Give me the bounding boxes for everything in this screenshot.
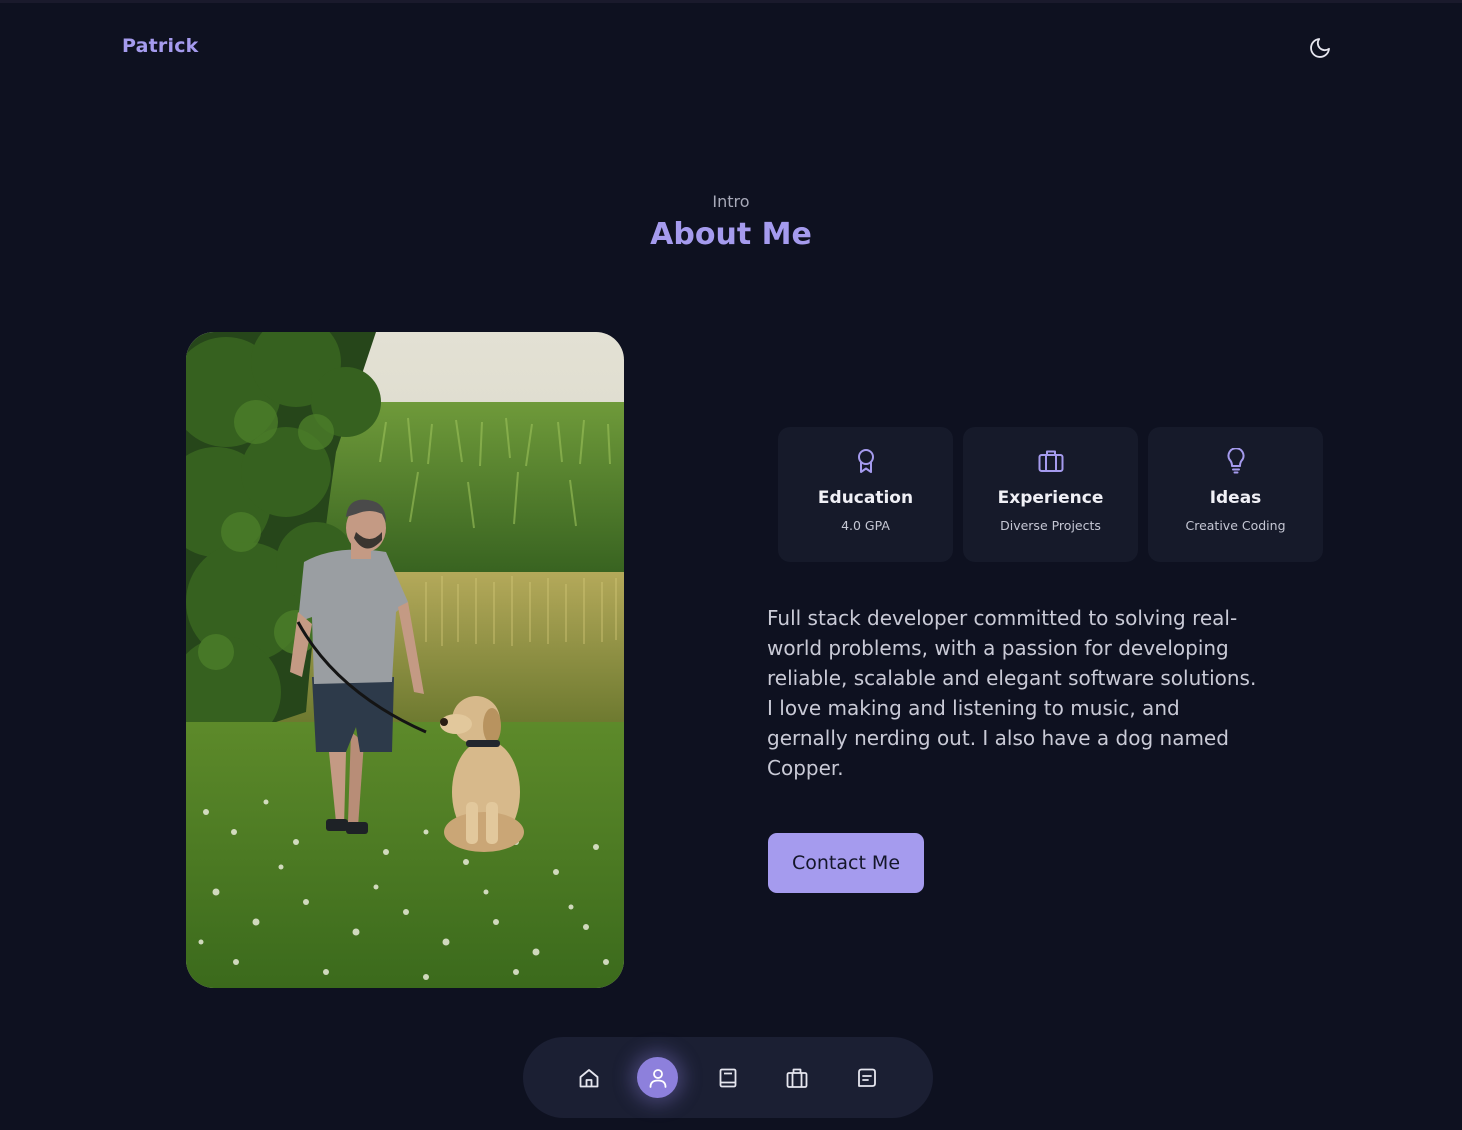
lightbulb-icon bbox=[1227, 448, 1244, 474]
card-experience: Experience Diverse Projects bbox=[963, 427, 1138, 562]
card-title: Experience bbox=[997, 488, 1104, 508]
card-education: Education 4.0 GPA bbox=[778, 427, 953, 562]
about-description: Full stack developer committed to solvin… bbox=[767, 606, 1257, 780]
nav-contact[interactable] bbox=[846, 1057, 887, 1098]
card-subtitle: 4.0 GPA bbox=[841, 518, 890, 533]
profile-photo bbox=[186, 332, 624, 988]
section-title: About Me bbox=[650, 217, 812, 252]
briefcase-icon bbox=[1038, 450, 1063, 472]
message-icon bbox=[857, 1068, 876, 1087]
brand-logo[interactable]: Patrick bbox=[122, 35, 199, 57]
briefcase-icon bbox=[786, 1068, 807, 1088]
bottom-nav bbox=[523, 1037, 933, 1118]
nav-about[interactable] bbox=[637, 1057, 678, 1098]
nav-portfolio[interactable] bbox=[776, 1057, 817, 1098]
home-icon bbox=[579, 1068, 598, 1087]
nav-resume[interactable] bbox=[707, 1057, 748, 1098]
card-ideas: Ideas Creative Coding bbox=[1148, 427, 1323, 562]
card-subtitle: Diverse Projects bbox=[1000, 518, 1101, 533]
moon-icon bbox=[1310, 38, 1330, 58]
card-subtitle: Creative Coding bbox=[1185, 518, 1286, 533]
card-title: Ideas bbox=[1209, 488, 1262, 508]
section-subtitle: Intro bbox=[712, 192, 750, 211]
theme-toggle-button[interactable] bbox=[1305, 33, 1335, 63]
highlights-cards: Education 4.0 GPA Experience Diverse Pro… bbox=[778, 427, 1323, 562]
award-icon bbox=[857, 449, 874, 473]
book-icon bbox=[719, 1068, 736, 1087]
nav-home[interactable] bbox=[568, 1057, 609, 1098]
card-title: Education bbox=[817, 488, 914, 508]
user-icon bbox=[649, 1068, 666, 1088]
contact-me-button[interactable]: Contact Me bbox=[768, 833, 924, 893]
